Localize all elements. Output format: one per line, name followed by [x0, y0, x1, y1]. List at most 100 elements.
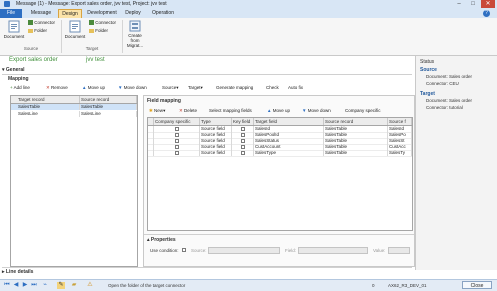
last-record-icon[interactable]: ⏭ [30, 282, 38, 289]
tab-operation[interactable]: Operation [148, 9, 178, 18]
check-button[interactable]: Check [266, 85, 279, 90]
tab-development[interactable]: Development [85, 9, 119, 18]
use-condition-checkbox[interactable] [182, 248, 186, 252]
checkbox[interactable] [175, 151, 179, 155]
status-target-document: Document: Sales order [426, 98, 473, 103]
close-button[interactable]: Close [462, 281, 492, 289]
checkbox[interactable] [241, 151, 245, 155]
delete-button[interactable]: ✕ Delete [179, 108, 197, 114]
generate-mapping-button[interactable]: Generate mapping [216, 85, 253, 90]
checkbox[interactable] [175, 145, 179, 149]
target-dropdown[interactable]: Target▾ [188, 85, 203, 91]
type-cell: Source field [200, 150, 232, 156]
column-header-source-field[interactable]: Source f [388, 118, 412, 125]
notification-badge[interactable]: 0 [372, 283, 375, 288]
record-toolbar: + Add line ✕ Remove ▲ Move up ▼ Move dow… [8, 84, 413, 93]
ribbon-separator [122, 20, 123, 53]
field-move-up-button[interactable]: ▲ Move up [267, 108, 290, 113]
column-header-source-record[interactable]: Source record [80, 96, 137, 103]
minimize-button[interactable]: – [452, 0, 466, 8]
new-button[interactable]: ✱ New▾ [149, 108, 165, 114]
delete-icon: ✕ [179, 108, 183, 113]
folder-icon[interactable]: ▰ [70, 282, 78, 289]
chevron-down-icon: ▾ [163, 108, 166, 113]
maximize-button[interactable]: □ [466, 0, 480, 8]
arrow-down-icon: ▼ [118, 85, 123, 90]
status-target-header: Target [420, 91, 435, 97]
source-folder-button[interactable]: Folder [28, 28, 47, 33]
checkbox[interactable] [241, 145, 245, 149]
company-specific-cell [154, 150, 200, 156]
add-icon: ✱ [149, 108, 153, 113]
ribbon-tabs: File Message Design Development Deploy O… [0, 9, 497, 18]
company-specific-button[interactable]: Company specific [345, 108, 381, 113]
checkbox[interactable] [241, 133, 245, 137]
move-down-button[interactable]: ▼ Move down [118, 85, 147, 90]
condition-field-input[interactable] [298, 247, 368, 254]
status-source-header: Source [420, 67, 437, 73]
field-move-down-button[interactable]: ▼ Move down [302, 108, 331, 113]
checkbox[interactable] [241, 139, 245, 143]
table-row[interactable]: SalesTable SalesTable [11, 104, 137, 110]
target-connector-button[interactable]: Connector [89, 20, 117, 26]
add-line-button[interactable]: + Add line [10, 85, 30, 90]
target-connector-label: Connector [95, 20, 117, 25]
checkbox[interactable] [241, 127, 245, 131]
create-from-migration-button[interactable]: Create from Migrat... [124, 20, 146, 48]
table-row[interactable]: Source field SalesType SalesTable SalesTy [148, 150, 412, 157]
source-folder-label: Folder [34, 28, 48, 33]
column-header-key-field[interactable]: Key field [232, 118, 254, 125]
first-record-icon[interactable]: ⏮ [3, 282, 11, 289]
close-window-button[interactable]: ✕ [481, 0, 495, 8]
row-target-record: SalesLine [17, 111, 80, 117]
remove-button[interactable]: ✕ Remove [46, 85, 68, 91]
breadcrumb: Export sales order jvv test [0, 56, 415, 66]
move-down-label: Move down [123, 85, 147, 90]
next-record-icon[interactable]: ▶ [21, 282, 29, 289]
tab-file[interactable]: File [0, 9, 22, 18]
app-icon [4, 1, 10, 7]
source-connector-button[interactable]: Connector [28, 20, 55, 26]
value-label: Value: [373, 248, 386, 253]
condition-source-input[interactable] [208, 247, 280, 254]
auto-fix-button[interactable]: Auto fix [288, 85, 303, 90]
target-document-button[interactable]: Document [63, 20, 87, 39]
checkbox[interactable] [175, 127, 179, 131]
table-row[interactable]: SalesLine SalesLine [11, 111, 137, 117]
move-up-button[interactable]: ▲ Move up [82, 85, 105, 90]
tab-deploy[interactable]: Deploy [122, 9, 144, 18]
source-record-cell: SalesTable [324, 150, 388, 156]
remove-label: Remove [51, 85, 68, 90]
row-target-record: SalesTable [17, 104, 80, 110]
help-icon[interactable]: ? [483, 10, 490, 17]
tab-design[interactable]: Design [58, 9, 82, 18]
field-move-up-label: Move up [272, 108, 290, 113]
column-header-source-record[interactable]: Source record [324, 118, 388, 125]
general-section-header[interactable]: ▾ General [2, 67, 412, 74]
line-details-header[interactable]: ▸ Line details [2, 269, 202, 276]
tab-message[interactable]: Message [26, 9, 56, 18]
warning-icon[interactable]: ⚠ [86, 282, 94, 289]
properties-header[interactable]: ▴ Properties [147, 237, 176, 244]
source-dropdown[interactable]: Source▾ [162, 85, 179, 91]
remove-icon: ✕ [46, 85, 50, 90]
column-header-type[interactable]: Type [200, 118, 232, 125]
column-header-company-specific[interactable]: Company specific [154, 118, 200, 125]
window-title: Message (1) - Message: Export sales orde… [16, 1, 167, 7]
source-document-button[interactable]: Document [2, 20, 26, 39]
edit-icon[interactable]: ✎ [57, 282, 65, 289]
previous-record-icon[interactable]: ◀ [12, 282, 20, 289]
target-folder-button[interactable]: Folder [89, 28, 108, 33]
record-grid: Target record Source record SalesTable S… [10, 95, 138, 267]
checkbox[interactable] [175, 139, 179, 143]
properties-section: ▴ Properties Use condition: Source: Fiel… [144, 234, 414, 265]
connector-icon [28, 20, 33, 26]
select-mapping-fields-button[interactable]: Select mapping fields [209, 108, 252, 113]
attach-icon[interactable]: ⌁ [41, 282, 49, 289]
column-header-target-record[interactable]: Target record [17, 96, 80, 103]
condition-value-input[interactable] [388, 247, 410, 254]
checkbox[interactable] [175, 133, 179, 137]
create-label-3: Migrat... [126, 43, 144, 48]
arrow-up-icon: ▲ [82, 85, 87, 90]
column-header-target-field[interactable]: Target field [254, 118, 324, 125]
